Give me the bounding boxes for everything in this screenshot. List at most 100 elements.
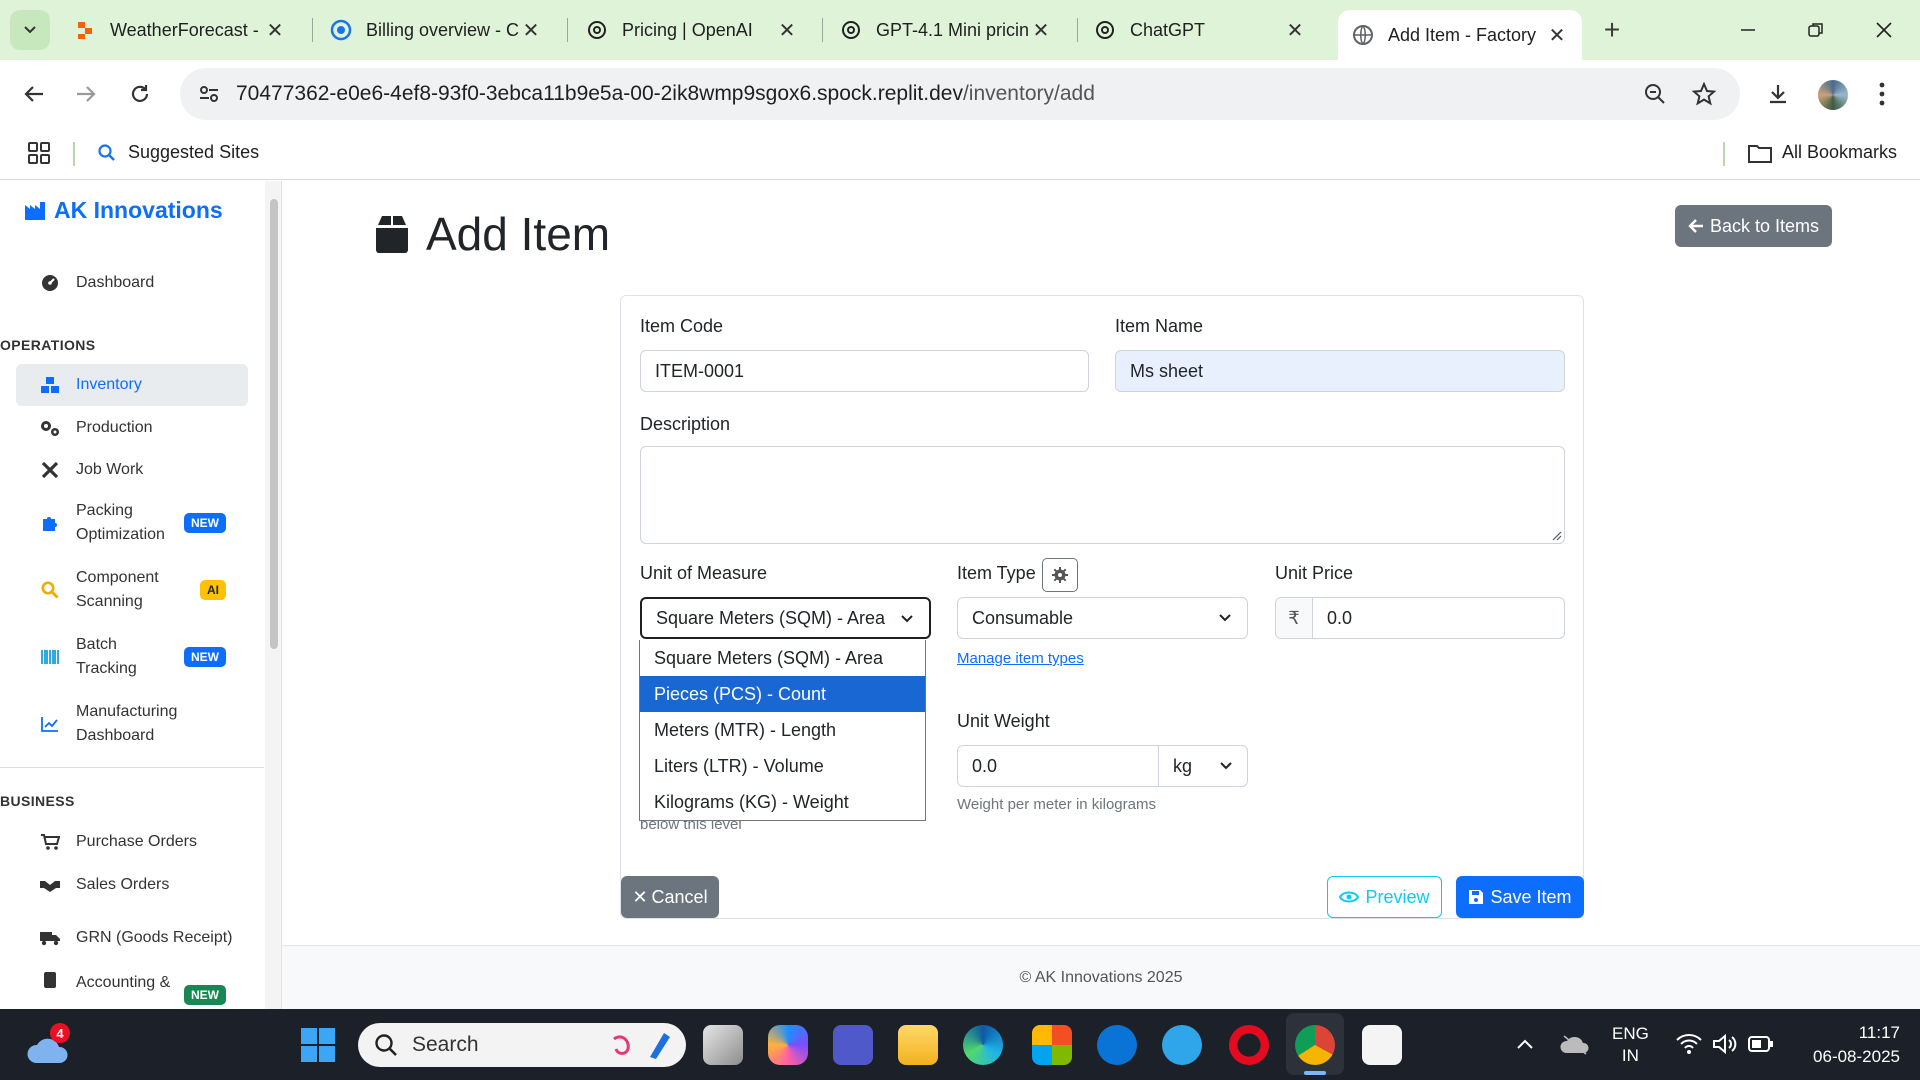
scrollbar-thumb[interactable] (270, 199, 278, 649)
sidebar-item-manufacturing-dashboard[interactable]: Manufacturing Dashboard (16, 697, 248, 751)
close-icon[interactable]: ✕ (1546, 23, 1568, 48)
back-nav-button[interactable] (14, 74, 54, 114)
unit-price-input[interactable]: 0.0 (1327, 608, 1352, 629)
teams-icon[interactable] (833, 1025, 873, 1065)
sidebar-item-grn[interactable]: GRN (Goods Receipt) (16, 917, 248, 959)
tab-search-button[interactable] (10, 10, 50, 50)
back-to-items-button[interactable]: Back to Items (1675, 205, 1832, 247)
industry-icon (25, 201, 45, 220)
tab-title: ChatGPT (1130, 19, 1206, 40)
manage-item-types-link[interactable]: Manage item types (957, 650, 1084, 667)
page-title-text: Add Item (426, 208, 611, 260)
tab-title: Billing overview - C (366, 19, 520, 40)
uom-option[interactable]: Liters (LTR) - Volume (640, 748, 925, 784)
sidebar-item-label: Dashboard (76, 274, 155, 291)
close-icon[interactable]: ✕ (520, 18, 542, 43)
sidebar-item-accounting[interactable]: Accounting & NEW (16, 971, 248, 1009)
uom-option[interactable]: Kilograms (KG) - Weight (640, 784, 925, 820)
sidebar-item-batch-tracking[interactable]: Batch Tracking NEW (16, 630, 248, 684)
snipping-tool-icon[interactable] (1362, 1025, 1402, 1065)
preview-button[interactable]: Preview (1327, 876, 1442, 918)
help-icon[interactable] (1162, 1025, 1202, 1065)
copilot-icon[interactable] (768, 1025, 808, 1065)
uom-option-highlighted[interactable]: Pieces (PCS) - Count (640, 676, 925, 712)
close-window-button[interactable] (1864, 12, 1904, 48)
start-button[interactable] (300, 1027, 336, 1063)
language-indicator[interactable]: ENG IN (1612, 1023, 1649, 1067)
uom-dropdown-list[interactable]: Square Meters (SQM) - Area Pieces (PCS) … (639, 640, 926, 821)
suggested-sites-link[interactable]: Suggested Sites (98, 142, 259, 163)
restore-button[interactable] (1796, 12, 1836, 48)
tab-add-item[interactable]: Add Item - Factory ✕ (1338, 10, 1582, 60)
sidebar-item-inventory[interactable]: Inventory (16, 364, 248, 406)
sidebar-item-purchase-orders[interactable]: Purchase Orders (16, 821, 248, 863)
tab-billing[interactable]: Billing overview - C ✕ (316, 10, 556, 50)
brand[interactable]: AK Innovations (24, 197, 223, 224)
sidebar-item-component-scanning[interactable]: Component Scanning AI (16, 563, 248, 617)
site-info-icon[interactable] (198, 83, 220, 105)
page-footer: © AK Innovations 2025 (282, 945, 1920, 1009)
language-line2: IN (1621, 1046, 1639, 1065)
resize-handle-icon[interactable] (1550, 529, 1562, 541)
zoom-icon[interactable] (1644, 83, 1666, 105)
clock[interactable]: 11:17 06-08-2025 (1790, 1021, 1900, 1069)
item-type-settings-button[interactable] (1042, 558, 1078, 592)
store-icon[interactable] (1032, 1025, 1072, 1065)
wifi-icon[interactable] (1676, 1033, 1702, 1055)
volume-icon[interactable] (1712, 1033, 1738, 1055)
opera-icon[interactable] (1229, 1025, 1269, 1065)
unit-weight-input[interactable]: 0.0 (972, 756, 1157, 777)
line-chart-icon (41, 717, 58, 732)
chevron-up-icon[interactable] (1516, 1037, 1534, 1051)
task-view-icon[interactable] (703, 1025, 743, 1065)
file-explorer-icon[interactable] (898, 1025, 938, 1065)
close-icon[interactable]: ✕ (264, 18, 286, 43)
uom-select[interactable]: Square Meters (SQM) - Area (640, 597, 931, 639)
tab-weather[interactable]: WeatherForecast - ✕ (60, 10, 300, 50)
close-icon[interactable]: ✕ (1284, 18, 1306, 43)
sidebar-item-dashboard[interactable]: Dashboard (16, 265, 248, 301)
download-icon[interactable] (1766, 82, 1790, 106)
folder-icon (1748, 144, 1772, 163)
tab-pricing[interactable]: Pricing | OpenAI ✕ (572, 10, 812, 50)
uom-option[interactable]: Meters (MTR) - Length (640, 712, 925, 748)
menu-dots-icon[interactable] (1876, 80, 1888, 108)
item-name-input[interactable]: Ms sheet (1115, 350, 1565, 392)
globe-icon (1353, 25, 1373, 45)
forward-nav-button[interactable] (66, 74, 106, 114)
windows-logo-icon (301, 1028, 335, 1062)
save-item-button[interactable]: Save Item (1456, 876, 1584, 918)
star-icon[interactable] (1692, 82, 1716, 106)
new-tab-button[interactable]: + (1594, 12, 1630, 48)
weather-widget[interactable]: 4 (26, 1023, 70, 1065)
sidebar-item-sales-orders[interactable]: Sales Orders (16, 864, 248, 906)
sidebar-scrollbar[interactable] (265, 181, 281, 1009)
address-bar[interactable]: 70477362-e0e6-4ef8-93f0-3ebca11b9e5a-00-… (180, 68, 1740, 120)
sidebar-item-production[interactable]: Production (16, 407, 248, 449)
all-bookmarks-link[interactable]: All Bookmarks (1748, 142, 1897, 163)
tab-chatgpt[interactable]: ChatGPT ✕ (1080, 10, 1320, 50)
chrome-icon[interactable] (1295, 1025, 1335, 1065)
item-type-select[interactable]: Consumable (957, 597, 1248, 639)
apps-grid-icon[interactable] (28, 142, 50, 164)
profile-avatar[interactable] (1818, 80, 1848, 110)
minimize-button[interactable] (1728, 12, 1768, 48)
sidebar-item-packing[interactable]: Packing Optimization NEW (16, 496, 248, 550)
close-icon[interactable]: ✕ (1030, 18, 1052, 43)
sidebar-item-job-work[interactable]: Job Work (16, 449, 248, 491)
sidebar-item-label: GRN (Goods Receipt) (76, 929, 233, 946)
uom-option[interactable]: Square Meters (SQM) - Area (640, 640, 925, 676)
edge-icon[interactable] (963, 1025, 1003, 1065)
taskbar-search[interactable]: Search (358, 1023, 686, 1067)
weight-unit-select[interactable]: kg (1158, 746, 1248, 786)
description-textarea[interactable] (640, 446, 1565, 544)
reload-button[interactable] (120, 74, 160, 114)
cancel-button[interactable]: ✕ Cancel (621, 876, 719, 918)
onedrive-icon[interactable] (1560, 1033, 1590, 1055)
item-code-input[interactable]: ITEM-0001 (640, 350, 1089, 392)
tab-gpt-mini[interactable]: GPT-4.1 Mini pricin ✕ (826, 10, 1066, 50)
chevron-down-icon (901, 615, 913, 623)
hp-icon[interactable] (1097, 1025, 1137, 1065)
battery-icon[interactable] (1748, 1035, 1774, 1053)
close-icon[interactable]: ✕ (776, 18, 798, 43)
